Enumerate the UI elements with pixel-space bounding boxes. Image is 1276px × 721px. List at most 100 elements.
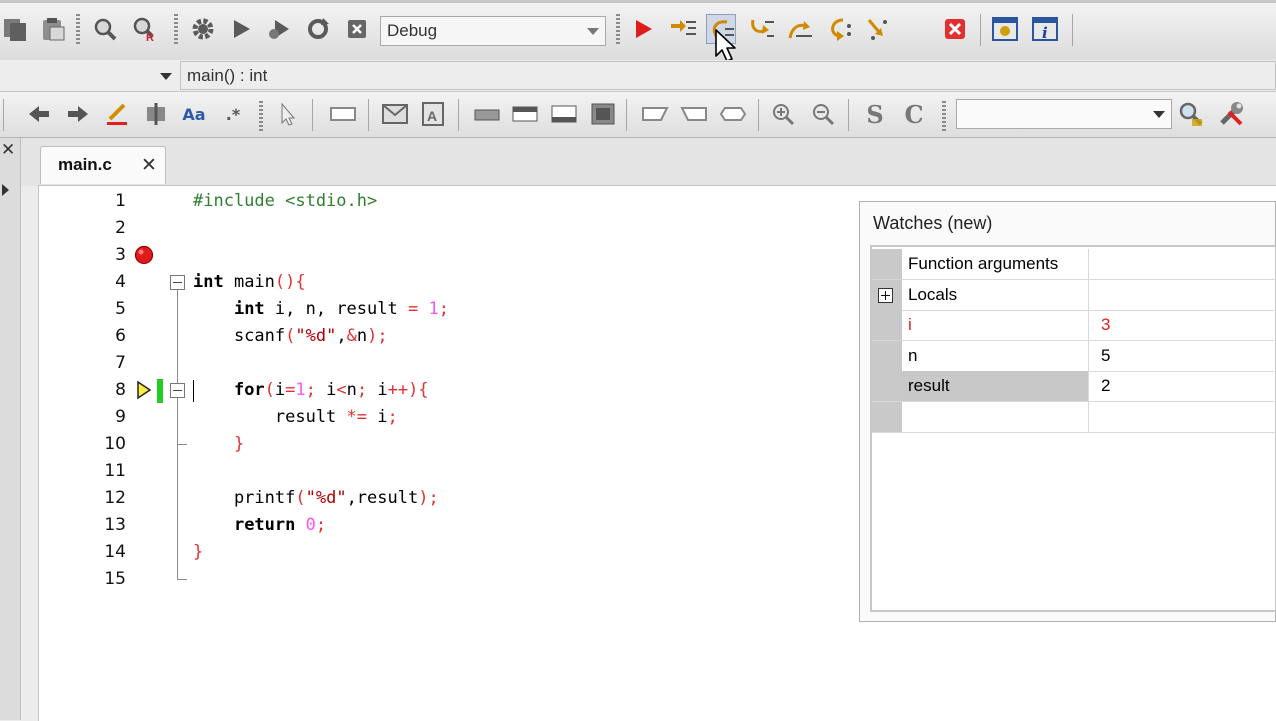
code-line-5[interactable]: int i, n, result = 1; <box>193 299 449 319</box>
email-block-icon[interactable] <box>380 99 410 129</box>
step-instruction-icon[interactable] <box>862 14 892 44</box>
fold-line <box>177 398 178 579</box>
toolbar-separator <box>626 99 627 131</box>
export-c-icon[interactable]: C <box>899 99 929 129</box>
breakpoint-icon[interactable] <box>134 245 154 270</box>
run-icon[interactable] <box>226 14 256 44</box>
toolbar-grip[interactable] <box>174 14 178 44</box>
step-out-icon[interactable] <box>824 14 854 44</box>
line-number: 13 <box>104 515 126 535</box>
fold-toggle-for[interactable] <box>170 383 185 398</box>
zoom-out-icon[interactable] <box>808 99 838 129</box>
else-block-icon[interactable] <box>679 99 709 129</box>
toolbar-grip[interactable] <box>942 101 946 131</box>
toolbar-grip[interactable] <box>76 14 80 44</box>
svg-text:i: i <box>1042 24 1048 42</box>
if-block-icon[interactable] <box>640 99 670 129</box>
function-value: main() : int <box>187 65 268 85</box>
watch-value: 5 <box>1101 346 1111 365</box>
toolbar-separator <box>1072 14 1073 46</box>
watch-row-new[interactable] <box>872 402 1276 433</box>
stop-debugger-icon[interactable] <box>940 14 970 44</box>
settings-wrench-icon[interactable] <box>1216 99 1246 129</box>
fold-toggle-main[interactable] <box>170 275 185 290</box>
code-line-6[interactable]: scanf("%d",&n); <box>193 326 388 346</box>
zoom-in-icon[interactable] <box>768 99 798 129</box>
code-line-1[interactable]: #include <stdio.h> <box>193 191 377 211</box>
expand-plus-icon[interactable] <box>878 288 893 303</box>
highlight-icon[interactable] <box>102 99 132 129</box>
jump-back-icon[interactable] <box>24 99 54 129</box>
toolbar-grip[interactable] <box>259 101 263 131</box>
watch-row-locals[interactable]: Locals <box>872 280 1276 311</box>
info-icon[interactable]: i <box>1030 14 1060 44</box>
jump-forward-icon[interactable] <box>63 99 93 129</box>
step-into-icon[interactable] <box>785 14 815 44</box>
toolbar-separator <box>312 99 313 131</box>
line-number: 11 <box>104 461 126 481</box>
line-number: 10 <box>104 434 126 454</box>
build-gear-icon[interactable] <box>188 14 218 44</box>
find-icon[interactable] <box>90 14 120 44</box>
code-line-13[interactable]: return 0; <box>193 515 326 535</box>
watch-name: result <box>902 371 1089 401</box>
code-line-9[interactable]: result *= i; <box>193 407 398 427</box>
watch-name-empty[interactable] <box>902 402 1089 432</box>
do-while-block-icon[interactable] <box>549 99 579 129</box>
toolbar-grip[interactable] <box>616 14 620 44</box>
watch-value <box>1089 280 1276 310</box>
build-and-run-icon[interactable] <box>264 14 294 44</box>
line-number: 12 <box>104 488 126 508</box>
watch-row-i[interactable]: i 3 <box>872 310 1276 341</box>
line-number: 6 <box>115 326 126 346</box>
close-tab-icon[interactable]: ✕ <box>141 154 157 177</box>
next-instruction-icon[interactable] <box>746 14 776 44</box>
code-line-12[interactable]: printf("%d",result); <box>193 488 439 508</box>
run-to-cursor-icon[interactable] <box>668 14 698 44</box>
watch-row-result[interactable]: result 2 <box>872 371 1276 402</box>
loop-block-icon[interactable] <box>472 99 502 129</box>
toolbar-separator <box>458 99 459 131</box>
code-line-14[interactable]: } <box>193 542 203 562</box>
toggle-bookmark-icon[interactable] <box>141 99 171 129</box>
function-select[interactable]: main() : int <box>180 61 1276 90</box>
match-case-icon[interactable]: Aa <box>179 99 209 129</box>
copy-icon[interactable] <box>0 14 30 44</box>
code-line-10[interactable]: } <box>193 434 244 454</box>
line-number: 5 <box>115 299 126 319</box>
tab-label: main.c <box>58 155 112 174</box>
tab-main-c[interactable]: main.c ✕ <box>40 146 166 184</box>
select-pointer-icon[interactable] <box>272 99 302 129</box>
search-icon[interactable] <box>1176 99 1206 129</box>
toolbar-separator <box>848 99 849 131</box>
scope-select[interactable] <box>0 61 178 90</box>
abort-icon[interactable] <box>342 14 372 44</box>
watch-row-n[interactable]: n 5 <box>872 341 1276 372</box>
watch-value: 3 <box>1101 315 1111 334</box>
debug-windows-icon[interactable] <box>990 14 1020 44</box>
build-target-value: Debug <box>387 21 438 40</box>
row-header <box>872 371 902 401</box>
code-line-4[interactable]: int main(){ <box>193 272 306 292</box>
paste-icon[interactable] <box>38 14 68 44</box>
watches-window[interactable]: Watches (new) Function arguments Locals … <box>859 201 1276 622</box>
build-target-select[interactable]: Debug <box>380 16 606 46</box>
watch-row-function-arguments[interactable]: Function arguments <box>872 249 1276 280</box>
row-header <box>872 280 902 310</box>
panel-scroll-arrow-icon[interactable] <box>2 184 9 196</box>
watches-title: Watches (new) <box>873 213 993 233</box>
close-panel-icon[interactable]: ✕ <box>1 140 15 160</box>
debug-start-icon[interactable] <box>628 14 658 44</box>
rebuild-icon[interactable] <box>303 14 333 44</box>
watches-grid[interactable]: Function arguments Locals i 3 n 5 result… <box>870 245 1276 612</box>
code-line-8[interactable]: for(i=1; i<n; i++){ <box>193 380 429 400</box>
regex-icon[interactable]: .* <box>218 99 248 129</box>
export-s-icon[interactable]: S <box>860 99 890 129</box>
while-block-icon[interactable] <box>510 99 540 129</box>
replace-icon[interactable]: R <box>130 14 160 44</box>
case-block-icon[interactable] <box>718 99 748 129</box>
text-block-icon[interactable]: A <box>418 99 448 129</box>
instruction-block-icon[interactable] <box>328 99 358 129</box>
search-combo[interactable] <box>956 99 1172 129</box>
switch-block-icon[interactable] <box>588 99 618 129</box>
